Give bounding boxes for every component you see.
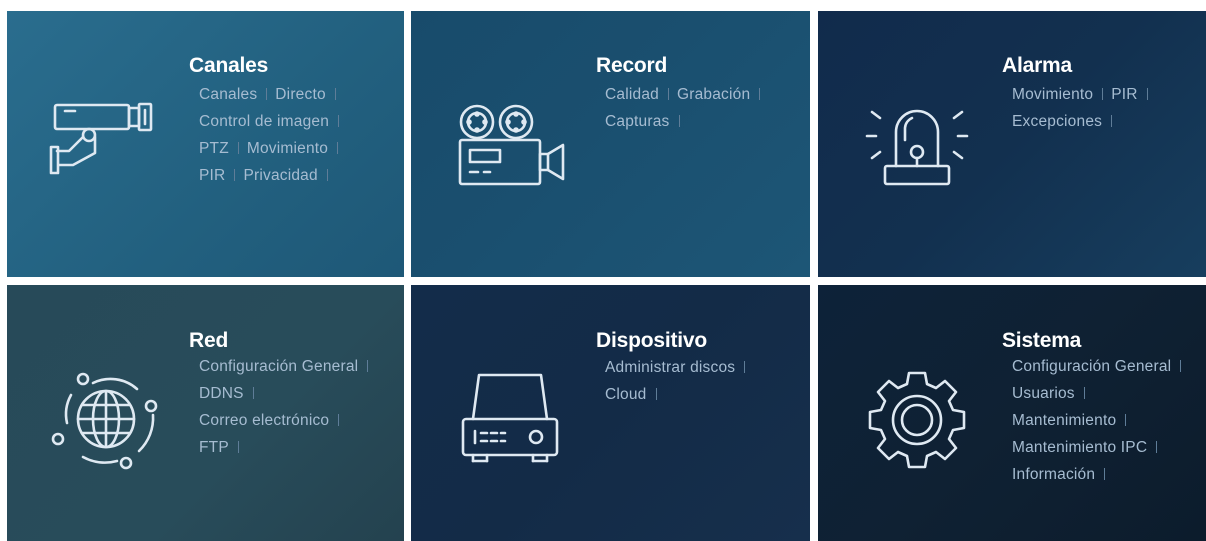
menu-link-grabacion[interactable]: Grabación <box>677 86 750 103</box>
separator <box>234 169 236 181</box>
separator <box>326 169 328 181</box>
menu-link-ptz[interactable]: PTZ <box>199 140 229 157</box>
separator <box>1104 468 1106 480</box>
menu-link-directo[interactable]: Directo <box>275 86 326 103</box>
menu-link-privacidad[interactable]: Privacidad <box>243 167 317 184</box>
separator <box>338 414 340 426</box>
separator <box>655 388 657 400</box>
video-camera-icon <box>446 84 576 214</box>
menu-link-mantenimiento[interactable]: Mantenimiento <box>1012 412 1116 429</box>
menu-link-informacion[interactable]: Información <box>1012 466 1095 483</box>
menu-link-calidad[interactable]: Calidad <box>605 86 659 103</box>
separator <box>337 142 339 154</box>
separator <box>1125 414 1127 426</box>
tile-items: Movimiento PIR Excepciones <box>1012 81 1156 135</box>
tile-items: Configuración General Usuarios Mantenimi… <box>1012 353 1189 488</box>
tile-items: Administrar discos Cloud <box>605 354 753 408</box>
separator <box>1102 88 1104 100</box>
separator <box>1111 115 1113 127</box>
menu-link-configuracion-general[interactable]: Configuración General <box>1012 358 1171 375</box>
menu-link-movimiento[interactable]: Movimiento <box>1012 86 1093 103</box>
tile-items: Configuración General DDNS Correo electr… <box>199 353 376 461</box>
menu-link-excepciones[interactable]: Excepciones <box>1012 113 1102 130</box>
separator <box>252 387 254 399</box>
menu-link-ftp[interactable]: FTP <box>199 439 229 456</box>
menu-link-capturas[interactable]: Capturas <box>605 113 670 130</box>
menu-link-ddns[interactable]: DDNS <box>199 385 244 402</box>
tile-items: Canales Directo Control de imagen PTZ Movi… <box>199 81 347 189</box>
menu-link-mantenimiento-ipc[interactable]: Mantenimiento IPC <box>1012 439 1147 456</box>
menu-link-canales[interactable]: Canales <box>199 86 257 103</box>
menu-link-correo-electronico[interactable]: Correo electrónico <box>199 412 329 429</box>
tile-title: Sistema <box>1002 329 1082 352</box>
tile-sistema[interactable]: Sistema Configuración General Usuarios M… <box>818 285 1206 541</box>
tile-title: Canales <box>189 54 269 77</box>
cctv-camera-icon <box>33 77 163 207</box>
tile-title: Red <box>189 329 229 352</box>
tile-record[interactable]: Record Calidad Grabación Capturas <box>411 11 810 277</box>
menu-link-control-de-imagen[interactable]: Control de imagen <box>199 113 329 130</box>
separator <box>338 115 340 127</box>
menu-link-pir[interactable]: PIR <box>199 167 225 184</box>
menu-link-movimiento[interactable]: Movimiento <box>247 140 328 157</box>
separator <box>1083 387 1085 399</box>
menu-link-administrar-discos[interactable]: Administrar discos <box>605 359 735 376</box>
tile-title: Alarma <box>1002 54 1073 77</box>
settings-menu-grid: Canales Canales Directo Control de imagen… <box>0 0 1206 541</box>
tile-title: Record <box>596 54 668 77</box>
separator <box>367 360 369 372</box>
tile-canales[interactable]: Canales Canales Directo Control de imagen… <box>7 11 404 277</box>
separator <box>1146 88 1148 100</box>
menu-link-cloud[interactable]: Cloud <box>605 386 647 403</box>
separator <box>1156 441 1158 453</box>
tile-items: Calidad Grabación Capturas <box>605 81 768 135</box>
globe-network-icon <box>41 351 171 481</box>
separator <box>237 441 239 453</box>
tile-dispositivo[interactable]: Dispositivo Administrar discos Cloud <box>411 285 810 541</box>
menu-link-pir[interactable]: PIR <box>1111 86 1137 103</box>
separator <box>744 361 746 373</box>
gear-icon <box>852 351 982 481</box>
separator <box>759 88 761 100</box>
hard-drive-icon <box>445 351 575 481</box>
separator <box>667 88 669 100</box>
separator <box>1180 360 1182 372</box>
menu-link-usuarios[interactable]: Usuarios <box>1012 385 1075 402</box>
tile-alarma[interactable]: Alarma Movimiento PIR Excepciones <box>818 11 1206 277</box>
separator <box>678 115 680 127</box>
separator <box>237 142 239 154</box>
tile-title: Dispositivo <box>596 329 707 352</box>
separator <box>266 88 268 100</box>
menu-link-configuracion-general[interactable]: Configuración General <box>199 358 358 375</box>
siren-icon <box>852 84 982 214</box>
tile-red[interactable]: Red Configuración General DDNS Correo el… <box>7 285 404 541</box>
separator <box>334 88 336 100</box>
